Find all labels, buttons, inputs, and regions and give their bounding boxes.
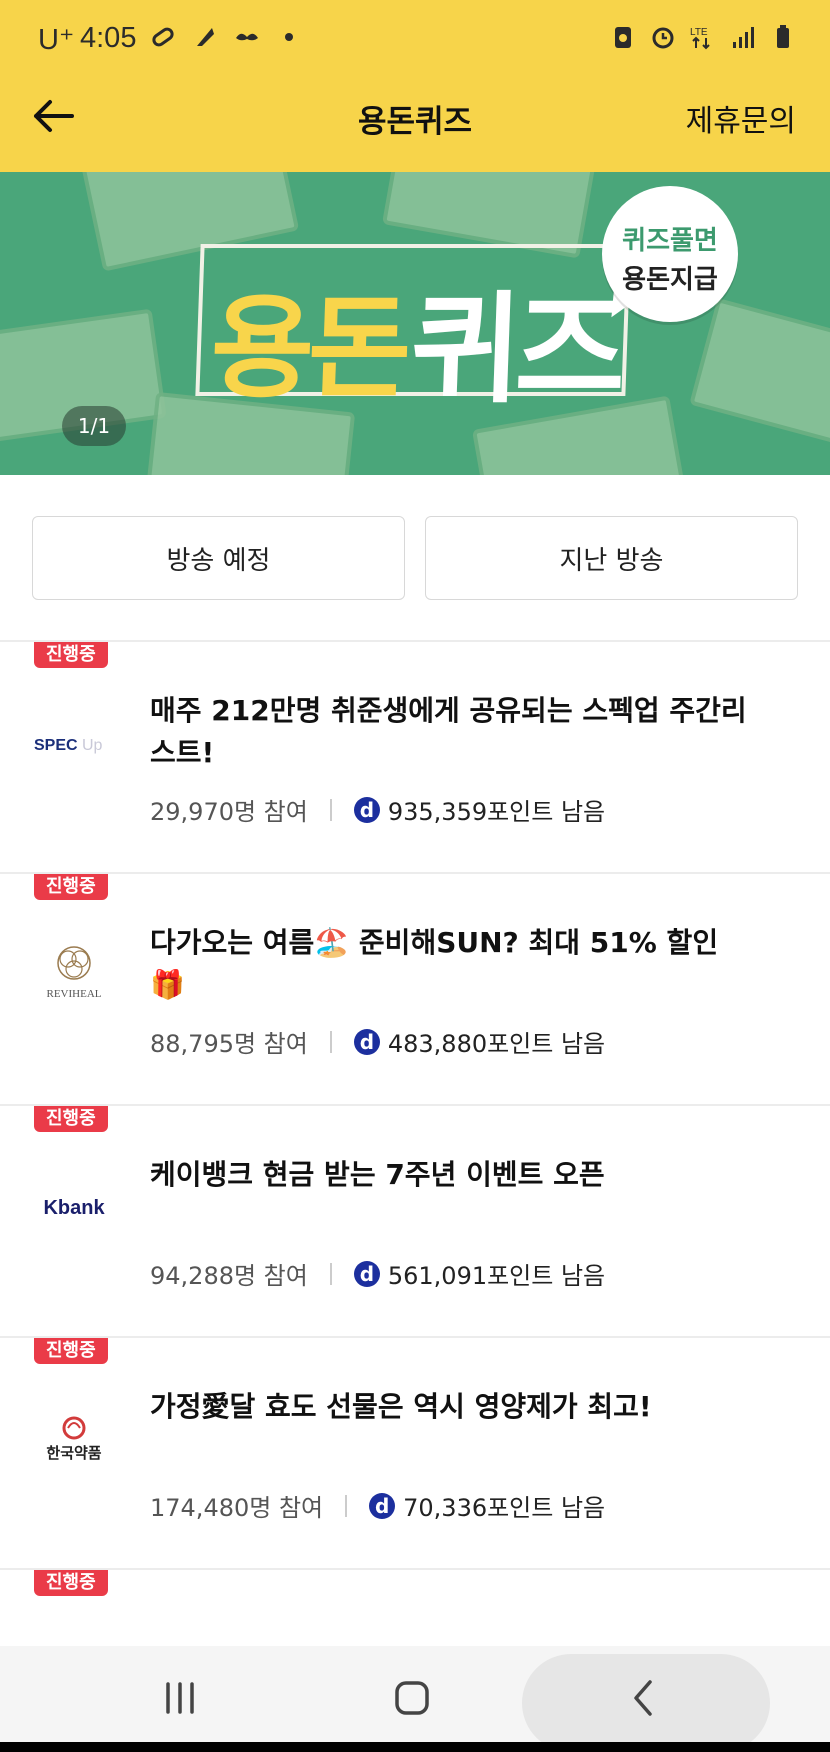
list-item[interactable]: 진행중 Kbank 케이뱅크 현금 받는 7주년 이벤트 오픈 94,288명 … xyxy=(0,1106,830,1338)
quiz-title: 다가오는 여름🏖️ 준비해SUN? 최대 51% 할인🎁 xyxy=(150,926,719,1001)
quiz-title: 케이뱅크 현금 받는 7주년 이벤트 오픈 xyxy=(150,1158,605,1191)
recent-apps-icon[interactable] xyxy=(158,1676,202,1720)
status-time: 4:05 xyxy=(80,22,137,54)
dot-icon xyxy=(285,33,293,41)
lte-icon: LTE xyxy=(690,27,710,50)
tab-upcoming[interactable]: 방송 예정 xyxy=(32,516,405,600)
point-coin-icon: d xyxy=(353,796,380,823)
banner-title-part2: 퀴즈 xyxy=(408,281,623,420)
svg-text:Kbank: Kbank xyxy=(43,1197,105,1219)
hankook-pharm-logo-icon: 한국약품 xyxy=(46,1416,102,1462)
recycle-battery-icon xyxy=(615,27,631,48)
meta-separator xyxy=(329,1262,332,1285)
brand-logo: Kbank xyxy=(32,1166,116,1250)
svg-text:SPEC: SPEC xyxy=(34,737,78,754)
quiz-meta: 29,970명 참여 d 935,359포인트 남음 xyxy=(150,792,605,827)
notification-icons xyxy=(150,24,302,50)
status-bar: U⁺ 4:05 LTE xyxy=(0,0,830,84)
banner-title-part1: 용돈 xyxy=(208,284,408,414)
tab-past[interactable]: 지난 방송 xyxy=(425,516,798,600)
brand-logo: SPEC Up xyxy=(32,702,116,786)
system-nav-bar xyxy=(0,1646,830,1752)
point-coin-icon: d xyxy=(369,1492,396,1519)
quiz-list: 진행중 SPEC Up 매주 212만명 취준생에게 공유되는 스펙업 주간리스… xyxy=(0,642,830,1752)
alarm-icon xyxy=(652,27,674,49)
signal-icon xyxy=(733,27,754,48)
bubble-line2: 용돈지급 xyxy=(622,265,718,295)
money-bill-decoration xyxy=(689,297,830,457)
specup-logo-icon: SPEC Up xyxy=(34,737,103,754)
quiz-title: 가정愛달 효도 선물은 역시 영양제가 최고! xyxy=(150,1390,652,1423)
brand-logo: 한국약품 xyxy=(32,1398,116,1482)
quiz-banner[interactable]: 용돈 퀴즈 퀴즈풀면 용돈지급 1/1 xyxy=(0,172,830,475)
banner-pager: 1/1 xyxy=(62,406,126,446)
status-badge: 진행중 xyxy=(34,1570,108,1596)
meta-separator xyxy=(329,1030,332,1053)
system-icons: LTE xyxy=(610,24,796,50)
screen-bottom-edge xyxy=(0,1742,830,1752)
mustache-icon xyxy=(236,33,258,41)
meta-separator xyxy=(329,798,332,821)
top-bar: U⁺ 4:05 LTE 용돈퀴즈 제휴문의 xyxy=(0,0,830,172)
back-chevron-icon[interactable] xyxy=(622,1676,666,1720)
kbank-logo-icon: Kbank xyxy=(43,1197,105,1219)
points-remaining: 483,880포인트 남음 xyxy=(387,1030,606,1058)
reviheal-logo-icon: REVIHEAL xyxy=(47,946,102,1000)
status-badge: 진행중 xyxy=(34,1338,108,1364)
point-coin-icon: d xyxy=(353,1028,380,1055)
quiz-meta: 94,288명 참여 d 561,091포인트 남음 xyxy=(150,1256,605,1291)
speech-bubble: 퀴즈풀면 용돈지급 xyxy=(602,186,738,322)
home-icon[interactable] xyxy=(390,1676,434,1720)
svg-text:Up: Up xyxy=(82,737,103,754)
pill-icon xyxy=(152,27,174,47)
points-remaining: 935,359포인트 남음 xyxy=(387,798,606,826)
participant-count: 29,970명 참여 xyxy=(150,798,308,826)
status-badge: 진행중 xyxy=(34,642,108,668)
meta-separator xyxy=(345,1494,348,1517)
participant-count: 94,288명 참여 xyxy=(150,1262,308,1290)
participant-count: 174,480명 참여 xyxy=(150,1494,324,1522)
list-item[interactable]: 진행중 REVIHEAL 다가오는 여름🏖️ 준비해SUN? 최대 51% 할인… xyxy=(0,874,830,1106)
brand-logo: REVIHEAL xyxy=(32,934,116,1018)
bubble-line1: 퀴즈풀면 xyxy=(622,226,718,256)
participant-count: 88,795명 참여 xyxy=(150,1030,308,1058)
banner-title: 용돈 퀴즈 xyxy=(195,244,631,420)
partner-inquiry-link[interactable]: 제휴문의 xyxy=(686,96,796,140)
point-coin-icon: d xyxy=(353,1260,380,1287)
carrier-label: U⁺ xyxy=(38,24,75,56)
svg-text:REVIHEAL: REVIHEAL xyxy=(47,988,102,1000)
quiz-title: 매주 212만명 취준생에게 공유되는 스펙업 주간리스트! xyxy=(150,694,747,769)
quiz-meta: 174,480명 참여 d 70,336포인트 남음 xyxy=(150,1488,605,1523)
points-remaining: 70,336포인트 남음 xyxy=(403,1494,606,1522)
points-remaining: 561,091포인트 남음 xyxy=(387,1262,606,1290)
svg-text:한국약품: 한국약품 xyxy=(46,1444,101,1462)
status-badge: 진행중 xyxy=(34,1106,108,1132)
quiz-meta: 88,795명 참여 d 483,880포인트 남음 xyxy=(150,1024,605,1059)
list-item[interactable]: 진행중 SPEC Up 매주 212만명 취준생에게 공유되는 스펙업 주간리스… xyxy=(0,642,830,874)
broadcast-tabs: 방송 예정 지난 방송 xyxy=(32,516,798,600)
feather-icon xyxy=(197,28,214,46)
list-item[interactable]: 진행중 한국약품 가정愛달 효도 선물은 역시 영양제가 최고! 174,480… xyxy=(0,1338,830,1570)
battery-icon xyxy=(777,25,789,48)
status-badge: 진행중 xyxy=(34,874,108,900)
svg-text:LTE: LTE xyxy=(690,27,708,38)
